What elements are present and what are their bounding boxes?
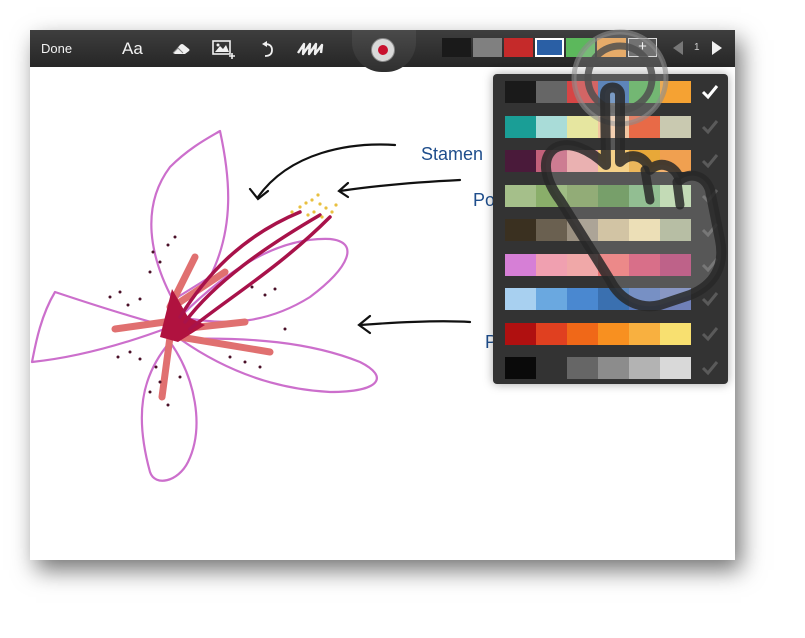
- palette-color-cell[interactable]: [505, 184, 536, 207]
- palette-color-cell[interactable]: [567, 322, 598, 345]
- palette-color-cell[interactable]: [629, 357, 660, 379]
- palette-color-cell[interactable]: [629, 288, 660, 310]
- palette-color-cell[interactable]: [536, 150, 567, 172]
- palette-color-cell[interactable]: [660, 253, 691, 276]
- palette-color-cell[interactable]: [505, 253, 536, 276]
- palette-color-cell[interactable]: [660, 81, 691, 103]
- palette-color-cell[interactable]: [598, 288, 629, 310]
- text-tool-button[interactable]: Aa: [122, 30, 143, 67]
- palette-color-cell[interactable]: [660, 150, 691, 172]
- palette-color-cell[interactable]: [598, 184, 629, 207]
- checkmark-icon[interactable]: [701, 83, 719, 101]
- palette-color-cell[interactable]: [629, 184, 660, 207]
- palette-color-cell[interactable]: [629, 115, 660, 138]
- checkmark-icon[interactable]: [701, 359, 719, 377]
- palette-color-cell[interactable]: [660, 219, 691, 241]
- palette-color-cell[interactable]: [536, 288, 567, 310]
- palette-color-cell[interactable]: [505, 81, 536, 103]
- checkmark-icon[interactable]: [701, 118, 719, 136]
- checkmark-icon[interactable]: [701, 221, 719, 239]
- toolbar: Done Aa + 1: [30, 30, 735, 72]
- palette-color-cell[interactable]: [660, 288, 691, 310]
- checkmark-icon[interactable]: [701, 325, 719, 343]
- palette-color-cell[interactable]: [567, 184, 598, 207]
- palette-color-cell[interactable]: [660, 184, 691, 207]
- palette-color-cell[interactable]: [629, 150, 660, 172]
- palette-row[interactable]: [505, 219, 691, 241]
- palette-color-cell[interactable]: [536, 253, 567, 276]
- palette-row[interactable]: [505, 115, 691, 138]
- palette-row[interactable]: [505, 288, 691, 310]
- palette-color-cell[interactable]: [598, 150, 629, 172]
- palette-color-cell[interactable]: [567, 150, 598, 172]
- palette-color-cell[interactable]: [598, 253, 629, 276]
- clear-scribble-icon[interactable]: [296, 30, 326, 67]
- palette-color-cell[interactable]: [536, 81, 567, 103]
- add-color-button[interactable]: +: [628, 38, 657, 57]
- color-swatch-blue-selected[interactable]: [535, 38, 564, 57]
- palette-row[interactable]: [505, 322, 691, 345]
- annotation-stamen: Stamen: [421, 144, 484, 164]
- previous-page-icon[interactable]: [673, 41, 683, 55]
- palette-color-cell[interactable]: [629, 253, 660, 276]
- palette-color-cell[interactable]: [567, 288, 598, 310]
- color-swatch-orange[interactable]: [597, 38, 626, 57]
- next-page-icon[interactable]: [712, 41, 722, 55]
- palette-color-cell[interactable]: [505, 357, 536, 379]
- color-swatch-gray[interactable]: [473, 38, 502, 57]
- palette-color-cell[interactable]: [505, 115, 536, 138]
- eraser-icon[interactable]: [168, 30, 194, 67]
- palette-row[interactable]: [505, 357, 691, 379]
- petal-right: [178, 337, 378, 394]
- arrow-petal: [358, 320, 472, 327]
- palette-color-cell[interactable]: [505, 219, 536, 241]
- record-button[interactable]: [371, 38, 395, 62]
- page-number: 1: [694, 42, 700, 53]
- checkmark-icon[interactable]: [701, 152, 719, 170]
- checkmark-icon[interactable]: [701, 187, 719, 205]
- palette-color-cell[interactable]: [567, 253, 598, 276]
- palette-color-cell[interactable]: [536, 184, 567, 207]
- palette-row[interactable]: [505, 150, 691, 172]
- palette-color-cell[interactable]: [505, 322, 536, 345]
- palette-color-cell[interactable]: [598, 322, 629, 345]
- palette-color-cell[interactable]: [598, 357, 629, 379]
- palette-color-cell[interactable]: [629, 322, 660, 345]
- checkmark-icon[interactable]: [701, 256, 719, 274]
- color-swatch-green[interactable]: [566, 38, 595, 57]
- palette-color-cell[interactable]: [567, 115, 598, 138]
- palette-row[interactable]: [505, 253, 691, 276]
- done-button[interactable]: Done: [41, 30, 72, 67]
- palette-color-cell[interactable]: [536, 322, 567, 345]
- palette-color-cell[interactable]: [660, 322, 691, 345]
- palette-row[interactable]: [505, 184, 691, 207]
- palette-color-cell[interactable]: [598, 115, 629, 138]
- color-swatch-black[interactable]: [442, 38, 471, 57]
- palette-color-cell[interactable]: [536, 357, 567, 379]
- record-tab: [352, 30, 416, 72]
- color-palette-popover: [493, 74, 728, 384]
- app-window: Done Aa + 1 Stamen Po P: [30, 30, 735, 560]
- palette-color-cell[interactable]: [660, 357, 691, 379]
- palette-color-cell[interactable]: [598, 219, 629, 241]
- palette-color-cell[interactable]: [536, 219, 567, 241]
- palette-color-cell[interactable]: [598, 81, 629, 103]
- palette-color-cell[interactable]: [505, 288, 536, 310]
- palette-color-cell[interactable]: [629, 81, 660, 103]
- palette-color-cell[interactable]: [567, 357, 598, 379]
- palette-row[interactable]: [505, 81, 691, 103]
- palette-color-cell[interactable]: [505, 150, 536, 172]
- palette-color-cell[interactable]: [536, 115, 567, 138]
- color-swatch-red[interactable]: [504, 38, 533, 57]
- annotation-pollen: Po: [473, 190, 496, 210]
- insert-image-icon[interactable]: [211, 30, 237, 67]
- palette-color-cell[interactable]: [567, 219, 598, 241]
- checkmark-icon[interactable]: [701, 290, 719, 308]
- palette-color-cell[interactable]: [567, 81, 598, 103]
- palette-color-cell[interactable]: [629, 219, 660, 241]
- palette-color-cell[interactable]: [660, 115, 691, 138]
- arrow-stamen: [256, 143, 397, 199]
- arrow-pollen: [338, 178, 462, 193]
- undo-icon[interactable]: [258, 30, 278, 67]
